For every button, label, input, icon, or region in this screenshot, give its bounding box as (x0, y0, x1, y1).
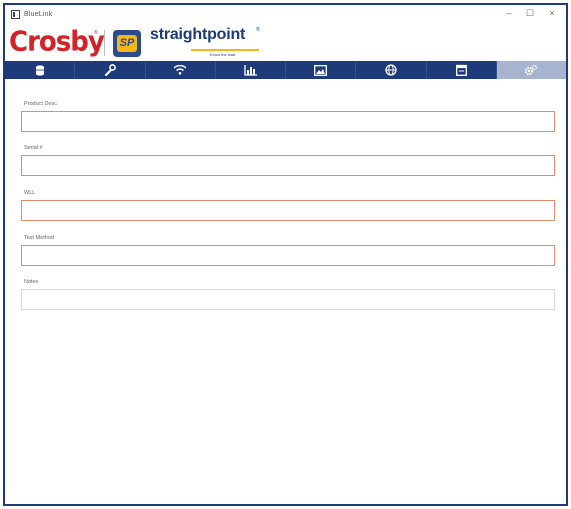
window-title: BlueLink (24, 10, 53, 18)
database-icon (35, 64, 45, 76)
brand-header: Crosby ® SP straightpoint ® Know the loa… (5, 21, 566, 61)
logo-divider (104, 30, 105, 56)
close-button[interactable]: × (545, 7, 559, 19)
crosby-registered-mark: ® (94, 30, 98, 36)
tab-settings[interactable] (496, 61, 566, 79)
tab-calendar[interactable] (427, 61, 497, 79)
wll-label: WLL (24, 190, 36, 196)
straightpoint-logo-mark: SP (113, 30, 141, 57)
chart-icon (244, 64, 257, 76)
wifi-icon (173, 65, 187, 75)
tab-tools[interactable] (75, 61, 146, 79)
straightpoint-wordmark: straightpoint (150, 26, 246, 43)
product-desc-label: Product Desc (24, 101, 58, 107)
tab-network[interactable] (356, 61, 427, 79)
app-window: BlueLink – ☐ × Crosby ® SP straightpoint… (3, 3, 568, 506)
nav-tab-bar (5, 61, 566, 79)
notes-label: Notes (24, 279, 39, 285)
notes-field[interactable] (21, 289, 555, 310)
straightpoint-tagline: Know the load (210, 52, 236, 57)
test-method-field[interactable] (21, 245, 555, 266)
image-icon (314, 64, 328, 76)
wrench-icon (104, 64, 116, 76)
maximize-button[interactable]: ☐ (523, 7, 537, 19)
tab-charts[interactable] (216, 61, 286, 79)
calendar-icon (455, 64, 467, 76)
serial-number-field[interactable] (21, 155, 555, 176)
globe-icon (385, 64, 397, 76)
test-method-label: Test Method (24, 235, 54, 241)
tab-images[interactable] (286, 61, 357, 79)
tab-database[interactable] (5, 61, 76, 79)
settings-icon (524, 64, 538, 76)
tab-wireless[interactable] (146, 61, 216, 79)
minimize-button[interactable]: – (502, 7, 516, 19)
app-icon (11, 9, 20, 19)
product-desc-field[interactable] (21, 111, 555, 132)
sp-monogram: SP (117, 35, 137, 52)
tagline-underline (191, 49, 259, 51)
wll-field[interactable] (21, 200, 555, 221)
straightpoint-registered-mark: ® (256, 27, 260, 33)
crosby-logo: Crosby (9, 26, 105, 58)
serial-number-label: Serial # (24, 145, 43, 151)
